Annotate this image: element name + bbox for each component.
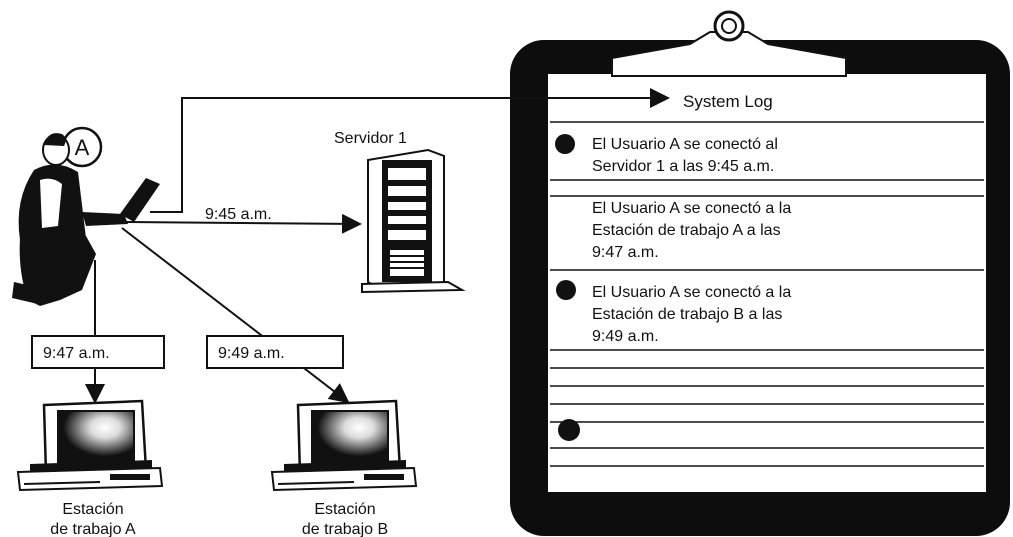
- user-icon: A: [12, 126, 160, 306]
- laptop-screen: [120, 178, 160, 222]
- user-badge-letter: A: [75, 135, 90, 160]
- station-b-label-line2: de trabajo B: [302, 521, 388, 537]
- log-entry-line: 9:49 a.m.: [592, 328, 659, 345]
- log-title: System Log: [683, 92, 773, 111]
- log-entry-line: Estación de trabajo B a las: [592, 306, 782, 323]
- log-entry-line: El Usuario A se conectó a la: [592, 200, 791, 217]
- log-entry-line: 9:47 a.m.: [592, 244, 659, 261]
- log-hole: [556, 280, 576, 300]
- server-label: Servidor 1: [334, 130, 407, 147]
- log-hole: [555, 134, 575, 154]
- log-hole: [558, 419, 580, 441]
- server-icon: Servidor 1: [334, 130, 466, 294]
- clipboard: System Log El Usuario A se conectó al Se…: [510, 10, 1010, 536]
- log-entry-line: El Usuario A se conectó al: [592, 136, 778, 153]
- time-label-server: 9:45 a.m.: [205, 206, 272, 223]
- workstation-a-icon: Estación de trabajo A: [16, 399, 164, 537]
- station-b-label-line1: Estación: [314, 501, 375, 518]
- log-entry-line: El Usuario A se conectó a la: [592, 284, 791, 301]
- time-label-station-b: 9:49 a.m.: [218, 345, 285, 362]
- station-a-label-line2: de trabajo A: [50, 521, 136, 537]
- log-entry-line: Estación de trabajo A a las: [592, 222, 781, 239]
- workstation-b-icon: Estación de trabajo B: [270, 399, 418, 537]
- time-box-station-b: 9:49 a.m.: [206, 335, 344, 369]
- arrow-to-station-b: [121, 227, 350, 404]
- audit-diagram: System Log El Usuario A se conectó al Se…: [12, 10, 1010, 537]
- time-label-station-a: 9:47 a.m.: [43, 345, 110, 362]
- time-box-station-a: 9:47 a.m.: [31, 335, 165, 369]
- station-a-label-line1: Estación: [62, 501, 123, 518]
- log-entry-line: Servidor 1 a las 9:45 a.m.: [592, 158, 774, 175]
